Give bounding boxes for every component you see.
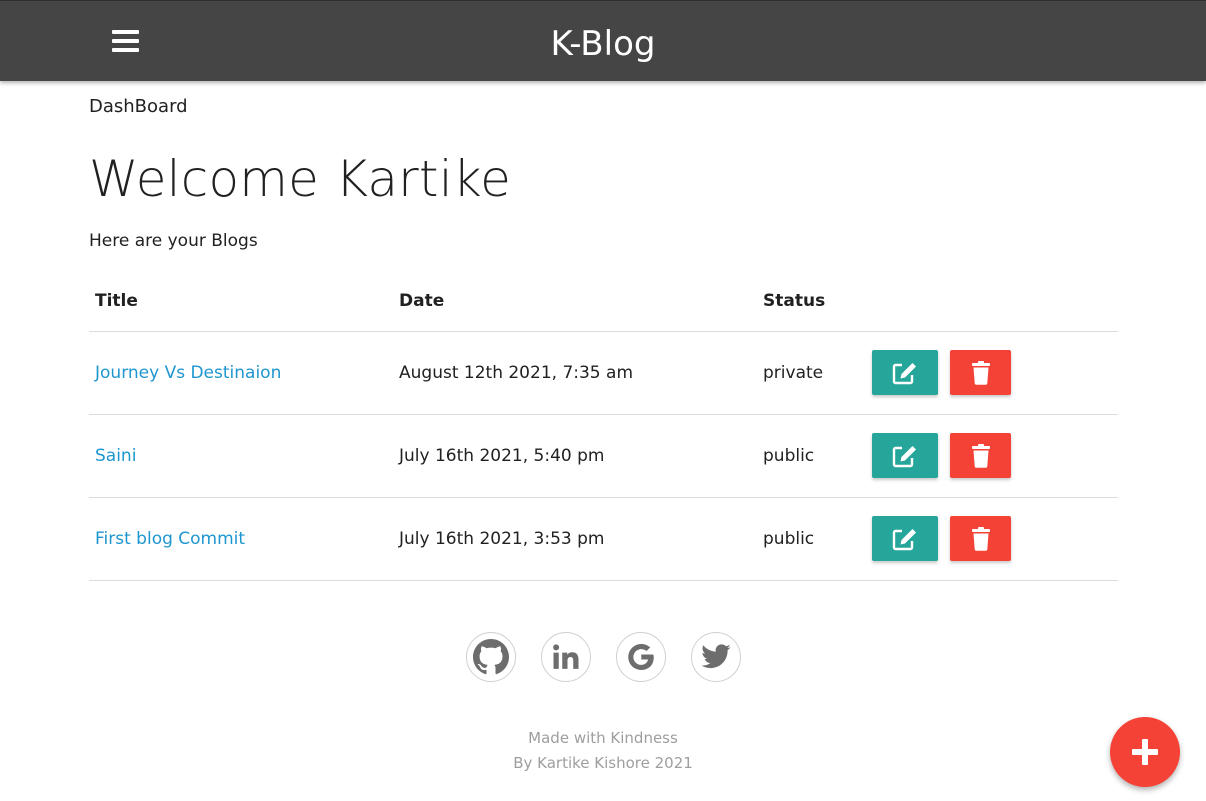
- edit-button[interactable]: [872, 433, 938, 478]
- cell-date: July 16th 2021, 3:53 pm: [393, 497, 757, 581]
- table-row: Journey Vs Destinaion August 12th 2021, …: [89, 331, 1118, 415]
- plus-icon: [1132, 739, 1158, 765]
- trash-icon: [971, 443, 990, 468]
- column-header-date: Date: [393, 271, 757, 332]
- twitter-icon: [701, 644, 731, 669]
- blogs-table: Title Date Status Journey Vs Destinaion …: [89, 271, 1118, 581]
- blog-title-link[interactable]: First blog Commit: [95, 529, 245, 549]
- cell-title: Saini: [89, 414, 393, 498]
- cell-status: public: [757, 497, 866, 581]
- delete-button[interactable]: [950, 350, 1011, 395]
- edit-button[interactable]: [872, 516, 938, 561]
- linkedin-icon: [553, 644, 579, 669]
- cell-status: private: [757, 331, 866, 415]
- breadcrumb-dashboard[interactable]: DashBoard: [89, 96, 188, 117]
- column-header-status: Status: [757, 271, 866, 332]
- page-title: Welcome Kartike: [89, 150, 512, 208]
- linkedin-link[interactable]: [541, 632, 591, 682]
- edit-icon: [892, 528, 916, 550]
- add-blog-button[interactable]: [1110, 717, 1180, 787]
- column-header-actions: [866, 271, 1118, 332]
- trash-icon: [971, 526, 990, 551]
- column-header-title: Title: [89, 271, 393, 332]
- google-link[interactable]: [616, 632, 666, 682]
- brand: K-Blog: [0, 1, 1206, 82]
- brand-logo-link[interactable]: K-Blog: [551, 24, 656, 64]
- hamburger-menu-icon[interactable]: [106, 23, 144, 59]
- edit-icon: [892, 445, 916, 467]
- delete-button[interactable]: [950, 433, 1011, 478]
- github-link[interactable]: [466, 632, 516, 682]
- cell-actions: [866, 331, 1118, 415]
- cell-actions: [866, 497, 1118, 581]
- cell-actions: [866, 414, 1118, 498]
- blog-title-link[interactable]: Saini: [95, 446, 136, 466]
- cell-status: public: [757, 414, 866, 498]
- edit-button[interactable]: [872, 350, 938, 395]
- cell-date: July 16th 2021, 5:40 pm: [393, 414, 757, 498]
- cell-title: First blog Commit: [89, 497, 393, 581]
- cell-title: Journey Vs Destinaion: [89, 331, 393, 415]
- cell-date: August 12th 2021, 7:35 am: [393, 331, 757, 415]
- delete-button[interactable]: [950, 516, 1011, 561]
- blog-title-link[interactable]: Journey Vs Destinaion: [95, 363, 281, 383]
- twitter-link[interactable]: [691, 632, 741, 682]
- google-icon: [628, 643, 654, 671]
- edit-icon: [892, 362, 916, 384]
- navbar: K-Blog: [0, 0, 1206, 81]
- footer-made-with: Made with Kindness: [528, 729, 678, 747]
- github-icon: [473, 639, 509, 675]
- footer-credit: By Kartike Kishore 2021: [513, 754, 693, 772]
- table-header-row: Title Date Status: [89, 271, 1118, 332]
- trash-icon: [971, 360, 990, 385]
- table-row: Saini July 16th 2021, 5:40 pm public: [89, 414, 1118, 498]
- page-subtitle: Here are your Blogs: [89, 231, 258, 251]
- table-row: First blog Commit July 16th 2021, 3:53 p…: [89, 497, 1118, 581]
